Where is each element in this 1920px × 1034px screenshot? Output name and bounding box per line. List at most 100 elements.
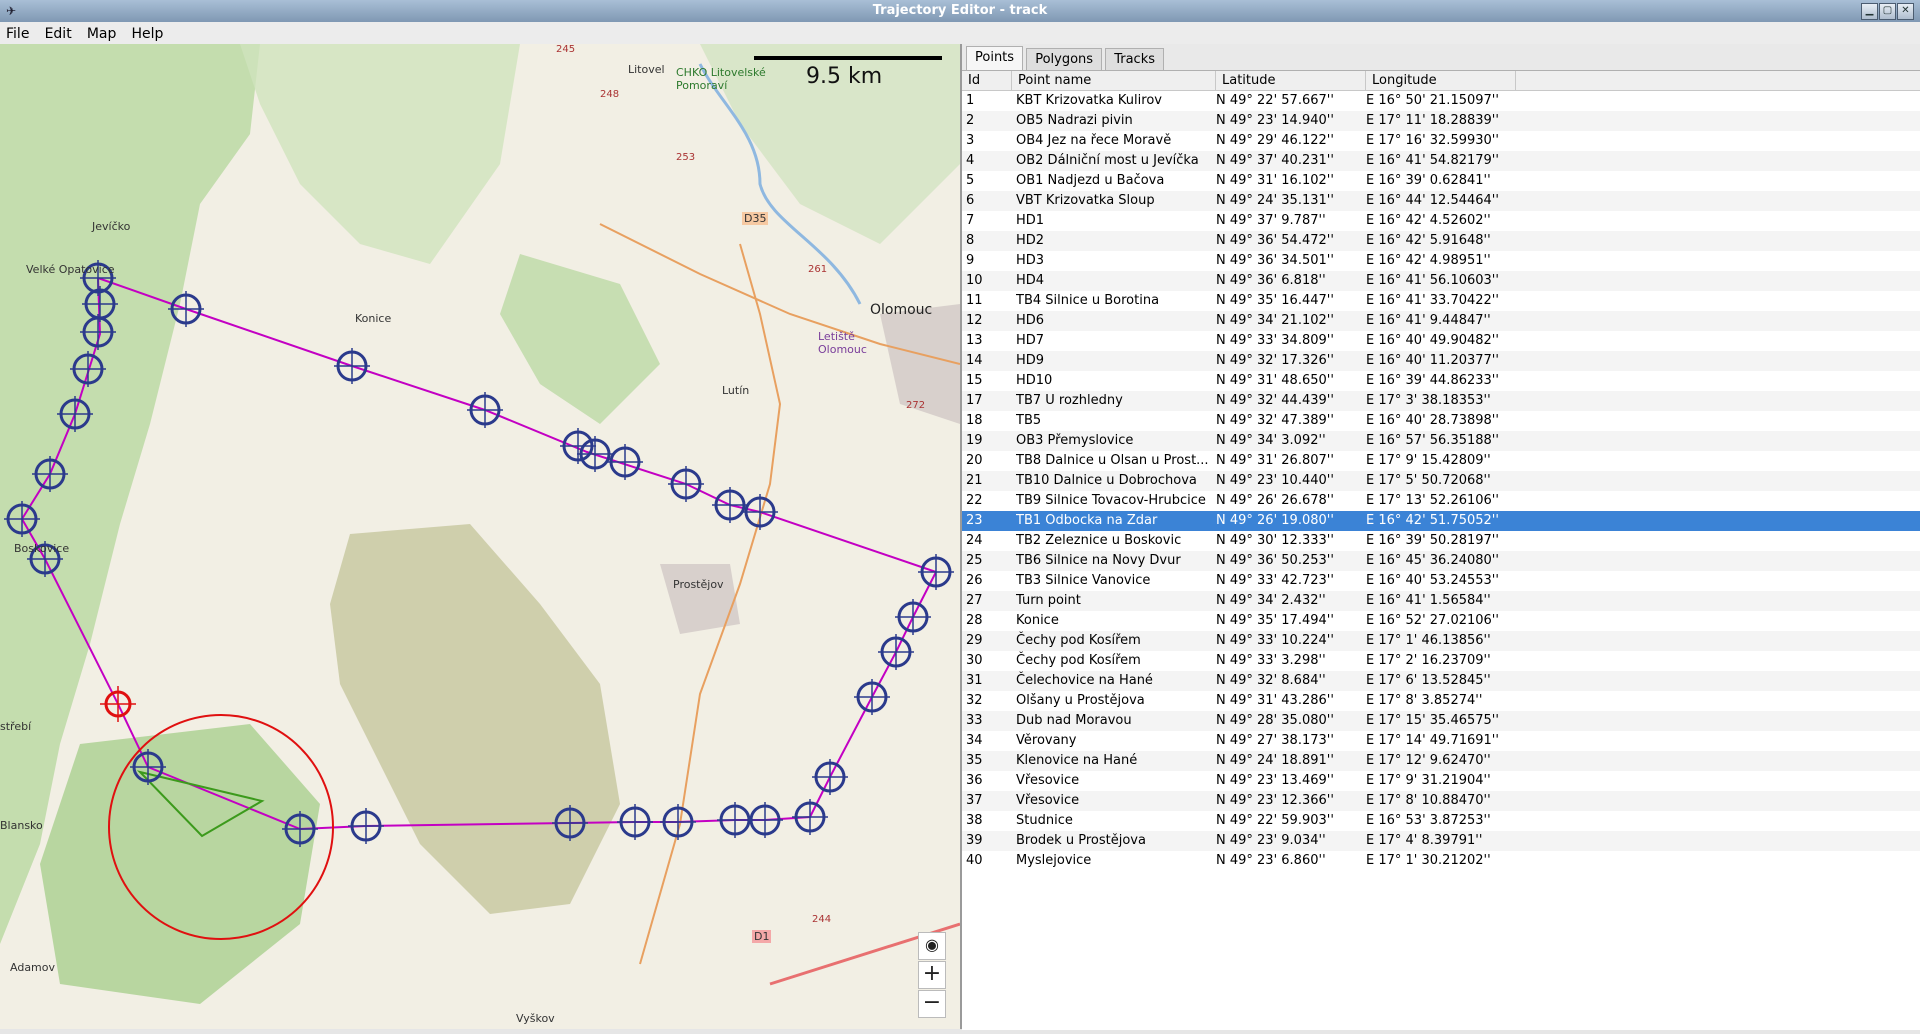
cell-longitude: E 16° 42' 4.98951'' (1366, 253, 1491, 268)
zoom-out-button[interactable]: − (918, 990, 946, 1018)
maximize-button[interactable]: ▢ (1879, 3, 1896, 20)
map-label-adamov: Adamov (10, 961, 56, 974)
table-row[interactable]: 35 Klenovice na Hané N 49° 24' 18.891'' E 1… (962, 751, 1920, 771)
close-button[interactable]: ✕ (1897, 3, 1914, 20)
table-row[interactable]: 12 HD6 N 49° 34' 21.102'' E 16° 41' 9.44847… (962, 311, 1920, 331)
zoom-in-button[interactable]: + (918, 961, 946, 989)
table-row[interactable]: 14 HD9 N 49° 32' 17.326'' E 16° 40' 11.2037… (962, 351, 1920, 371)
cell-point-name: Čechy pod Kosířem (1016, 633, 1141, 648)
cell-latitude: N 49° 24' 35.131'' (1216, 193, 1334, 208)
column-header-id[interactable]: Id (962, 71, 1012, 90)
map-label-chko: CHKO Litovelské Pomoraví (676, 66, 766, 92)
table-row[interactable]: 38 Studnice N 49° 22' 59.903'' E 16° 53' 3.… (962, 811, 1920, 831)
table-row[interactable]: 5 OB1 Nadjezd u Bačova N 49° 31' 16.102'' E… (962, 171, 1920, 191)
table-row[interactable]: 18 TB5 N 49° 32' 47.389'' E 16° 40' 28.7389… (962, 411, 1920, 431)
cell-id: 21 (966, 473, 983, 488)
table-row[interactable]: 1 KBT Krizovatka Kulirov N 49° 22' 57.667'… (962, 91, 1920, 111)
table-row[interactable]: 22 TB9 Silnice Tovacov-Hrubcice N 49° 26' … (962, 491, 1920, 511)
table-row[interactable]: 26 TB3 Silnice Vanovice N 49° 33' 42.723''… (962, 571, 1920, 591)
cell-point-name: Studnice (1016, 813, 1073, 828)
menu-map[interactable]: Map (81, 24, 122, 42)
column-header-point-name[interactable]: Point name (1012, 71, 1216, 90)
table-row[interactable]: 29 Čechy pod Kosířem N 49° 33' 10.224'' E 1… (962, 631, 1920, 651)
table-row[interactable]: 17 TB7 U rozhledny N 49° 32' 44.439'' E 17°… (962, 391, 1920, 411)
table-row[interactable]: 32 Olšany u Prostějova N 49° 31' 43.286'' E… (962, 691, 1920, 711)
points-table[interactable]: Id Point name Latitude Longitude 1 KBT Kr… (962, 70, 1920, 1030)
cell-latitude: N 49° 22' 57.667'' (1216, 93, 1334, 108)
minimize-button[interactable]: ▁ (1861, 3, 1878, 20)
table-row[interactable]: 23 TB1 Odbocka na Zdar N 49° 26' 19.080'' E… (962, 511, 1920, 531)
cell-latitude: N 49° 36' 6.818'' (1216, 273, 1326, 288)
map-label-jevicko: Jevíčko (92, 220, 131, 233)
table-row[interactable]: 11 TB4 Silnice u Borotina N 49° 35' 16.447… (962, 291, 1920, 311)
menu-file[interactable]: File (0, 24, 34, 42)
table-row[interactable]: 31 Čelechovice na Hané N 49° 32' 8.684'' E … (962, 671, 1920, 691)
cell-longitude: E 16° 53' 3.87253'' (1366, 813, 1491, 828)
road-label-d1: D1 (752, 930, 772, 943)
cell-longitude: E 16° 40' 28.73898'' (1366, 413, 1499, 428)
table-row[interactable]: 10 HD4 N 49° 36' 6.818'' E 16° 41' 56.10603… (962, 271, 1920, 291)
table-row[interactable]: 8 HD2 N 49° 36' 54.472'' E 16° 42' 5.91648'… (962, 231, 1920, 251)
table-row[interactable]: 3 OB4 Jez na řece Moravě N 49° 29' 46.122'… (962, 131, 1920, 151)
cell-id: 7 (966, 213, 975, 228)
cell-id: 17 (966, 393, 983, 408)
cell-point-name: OB2 Dálniční most u Jevíčka (1016, 153, 1199, 168)
table-row[interactable]: 15 HD10 N 49° 31' 48.650'' E 16° 39' 44.862… (962, 371, 1920, 391)
cell-id: 15 (966, 373, 983, 388)
cell-point-name: OB3 Přemyslovice (1016, 433, 1134, 448)
cell-longitude: E 16° 45' 36.24080'' (1366, 553, 1499, 568)
table-row[interactable]: 21 TB10 Dalnice u Dobrochova N 49° 23' 10.… (962, 471, 1920, 491)
table-row[interactable]: 28 Konice N 49° 35' 17.494'' E 16° 52' 27.0… (962, 611, 1920, 631)
cell-latitude: N 49° 28' 35.080'' (1216, 713, 1334, 728)
tab-tracks[interactable]: Tracks (1105, 48, 1164, 71)
table-row[interactable]: 7 HD1 N 49° 37' 9.787'' E 16° 42' 4.52602'' (962, 211, 1920, 231)
table-row[interactable]: 2 OB5 Nadrazi pivin N 49° 23' 14.940'' E 17… (962, 111, 1920, 131)
map-label-litovel: Litovel (628, 63, 665, 76)
cell-point-name: TB7 U rozhledny (1016, 393, 1123, 408)
cell-latitude: N 49° 36' 50.253'' (1216, 553, 1334, 568)
table-row[interactable]: 25 TB6 Silnice na Novy Dvur N 49° 36' 50.2… (962, 551, 1920, 571)
map-view[interactable]: 9.5 km Jevíčko Velké Opatovice Konice Li… (0, 44, 962, 1029)
table-row[interactable]: 19 OB3 Přemyslovice N 49° 34' 3.092'' E 16°… (962, 431, 1920, 451)
cell-point-name: HD10 (1016, 373, 1053, 388)
cell-point-name: HD4 (1016, 273, 1045, 288)
column-header-latitude[interactable]: Latitude (1216, 71, 1366, 90)
table-row[interactable]: 30 Čechy pod Kosířem N 49° 33' 3.298'' E 17… (962, 651, 1920, 671)
cell-longitude: E 17° 8' 10.88470'' (1366, 793, 1491, 808)
table-row[interactable]: 6 VBT Krizovatka Sloup N 49° 24' 35.131'' E… (962, 191, 1920, 211)
table-row[interactable]: 40 Myslejovice N 49° 23' 6.860'' E 17° 1' 3… (962, 851, 1920, 871)
cell-longitude: E 16° 42' 5.91648'' (1366, 233, 1491, 248)
cell-longitude: E 16° 40' 49.90482'' (1366, 333, 1499, 348)
tab-points[interactable]: Points (966, 46, 1024, 71)
cell-point-name: Turn point (1016, 593, 1081, 608)
locate-button[interactable]: ◉ (918, 932, 946, 960)
cell-id: 39 (966, 833, 983, 848)
table-row[interactable]: 20 TB8 Dalnice u Olsan u Prost... N 49° 31… (962, 451, 1920, 471)
map-canvas[interactable] (0, 44, 960, 1029)
table-row[interactable]: 37 Vřesovice N 49° 23' 12.366'' E 17° 8' 10… (962, 791, 1920, 811)
cell-latitude: N 49° 33' 34.809'' (1216, 333, 1334, 348)
column-header-longitude[interactable]: Longitude (1366, 71, 1516, 90)
table-row[interactable]: 24 TB2 Zeleznice u Boskovic N 49° 30' 12.3… (962, 531, 1920, 551)
table-row[interactable]: 34 Věrovany N 49° 27' 38.173'' E 17° 14' 49… (962, 731, 1920, 751)
menu-edit[interactable]: Edit (39, 24, 77, 42)
map-label-letiste: Letiště Olomouc (818, 330, 867, 356)
table-row[interactable]: 33 Dub nad Moravou N 49° 28' 35.080'' E 17°… (962, 711, 1920, 731)
cell-latitude: N 49° 32' 47.389'' (1216, 413, 1334, 428)
cell-latitude: N 49° 36' 34.501'' (1216, 253, 1334, 268)
table-row[interactable]: 9 HD3 N 49° 36' 34.501'' E 16° 42' 4.98951'… (962, 251, 1920, 271)
cell-point-name: HD9 (1016, 353, 1045, 368)
cell-latitude: N 49° 26' 26.678'' (1216, 493, 1334, 508)
tab-polygons[interactable]: Polygons (1026, 48, 1103, 71)
cell-id: 4 (966, 153, 975, 168)
cell-latitude: N 49° 23' 14.940'' (1216, 113, 1334, 128)
table-row[interactable]: 13 HD7 N 49° 33' 34.809'' E 16° 40' 49.9048… (962, 331, 1920, 351)
menu-help[interactable]: Help (126, 24, 169, 42)
cell-point-name: HD7 (1016, 333, 1045, 348)
table-row[interactable]: 39 Brodek u Prostějova N 49° 23' 9.034'' E … (962, 831, 1920, 851)
table-row[interactable]: 4 OB2 Dálniční most u Jevíčka N 49° 37' 40… (962, 151, 1920, 171)
cell-id: 33 (966, 713, 983, 728)
scale-label: 9.5 km (806, 64, 883, 89)
table-row[interactable]: 27 Turn point N 49° 34' 2.432'' E 16° 41' 1… (962, 591, 1920, 611)
table-row[interactable]: 36 Vřesovice N 49° 23' 13.469'' E 17° 9' 31… (962, 771, 1920, 791)
